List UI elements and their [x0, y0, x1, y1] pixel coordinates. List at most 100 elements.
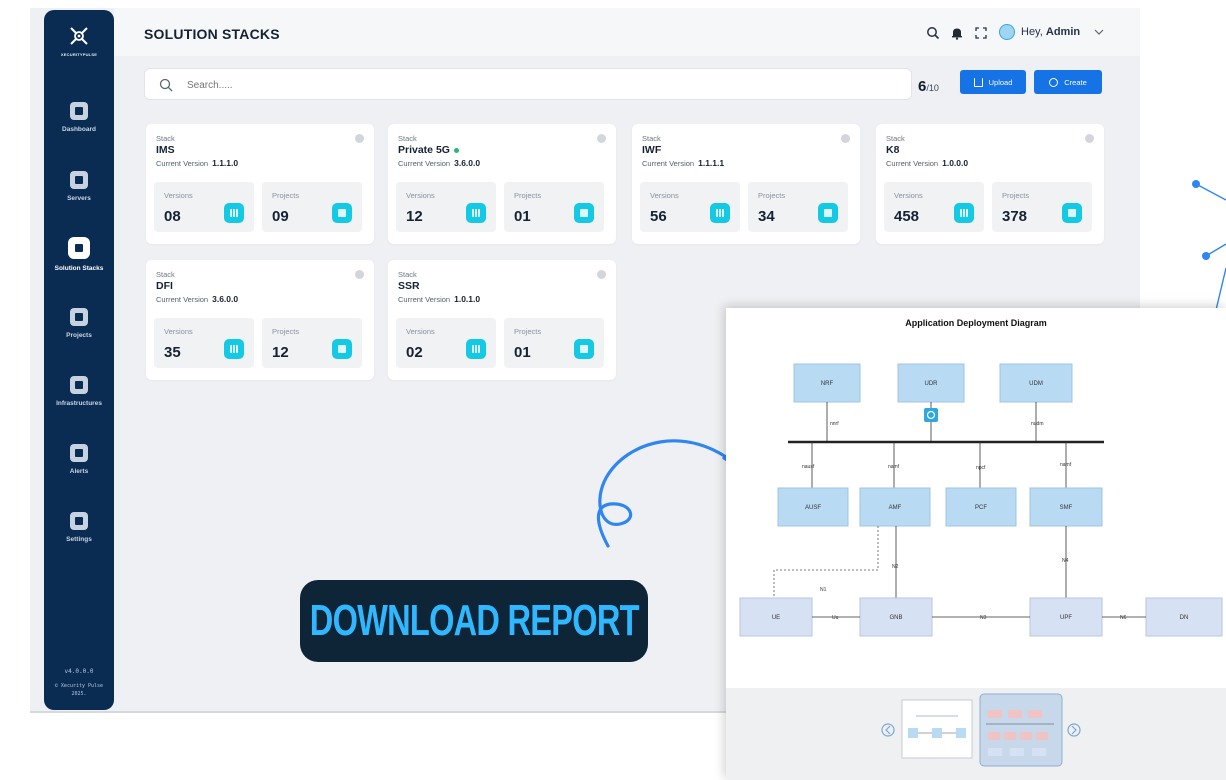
- grid-icon[interactable]: [466, 203, 486, 223]
- version-value: 3.6.0.0: [212, 294, 239, 304]
- next-icon[interactable]: [1067, 723, 1081, 737]
- sidebar-item-settings[interactable]: Settings: [44, 512, 114, 543]
- projects-tile: Projects 09: [262, 182, 362, 232]
- document-icon[interactable]: [574, 203, 594, 223]
- greeting-text: Hey,: [1021, 26, 1043, 38]
- versions-tile: Versions 35: [154, 318, 254, 368]
- node-amf-label: AMF: [889, 505, 902, 511]
- stack-label: Stack: [886, 134, 905, 143]
- versions-tile: Versions 458: [884, 182, 984, 232]
- projects-label: Projects: [758, 191, 786, 200]
- node-pcf-label: PCF: [975, 505, 987, 511]
- search-icon[interactable]: [926, 26, 940, 40]
- projects-tile: Projects 34: [748, 182, 848, 232]
- search-input[interactable]: [187, 77, 787, 93]
- sidebar-item-infrastructures[interactable]: Infrastructures: [44, 376, 114, 407]
- upload-button[interactable]: Upload: [960, 70, 1026, 94]
- grid-icon[interactable]: [224, 203, 244, 223]
- avatar: [999, 24, 1015, 40]
- stack-card-ssr[interactable]: Stack SSR Current Version 1.0.1.0 Version…: [388, 260, 616, 380]
- app-version: v4.0.0.0: [64, 668, 94, 675]
- user-menu[interactable]: Hey, Admin: [999, 24, 1104, 40]
- node-udr-label: UDR: [925, 381, 939, 387]
- stack-name-text: DFI: [156, 280, 173, 292]
- document-icon[interactable]: [1062, 203, 1082, 223]
- label-nsmf: namf: [1060, 462, 1072, 468]
- grid-icon[interactable]: [710, 203, 730, 223]
- diagram-title: Application Deployment Diagram: [905, 318, 1047, 328]
- user-greeting: Hey, Admin: [1021, 26, 1080, 38]
- label-nausf: nausf: [802, 464, 815, 470]
- label-n6: N6: [1120, 615, 1127, 621]
- status-dot: [453, 147, 459, 153]
- network-decoration-icon: [1192, 180, 1226, 311]
- card-menu-icon[interactable]: [355, 134, 364, 143]
- versions-label: Versions: [894, 191, 923, 200]
- label-n3: N3: [980, 615, 987, 621]
- card-menu-icon[interactable]: [355, 270, 364, 279]
- projects-label: Projects: [272, 191, 300, 200]
- bell-icon: [70, 444, 88, 462]
- stack-name: K8: [886, 144, 899, 156]
- stack-name-text: SSR: [398, 280, 420, 292]
- current-version: Current Version 1.1.1.0: [156, 158, 238, 168]
- stack-name-text: K8: [886, 144, 900, 156]
- prev-icon[interactable]: [881, 723, 895, 737]
- versions-count: 458: [894, 208, 920, 225]
- stack-icon: [68, 237, 90, 259]
- version-value: 1.0.1.0: [454, 294, 481, 304]
- stack-name: Private 5G: [398, 144, 459, 156]
- projects-count: 09: [272, 208, 289, 225]
- download-report-label: DOWNLOAD REPORT: [309, 596, 640, 645]
- sidebar-item-projects[interactable]: Projects: [44, 308, 114, 339]
- infrastructure-icon: [70, 376, 88, 394]
- plus-circle-icon: [1049, 77, 1059, 87]
- top-header: SOLUTION STACKS Hey, Admin: [114, 8, 1140, 56]
- stack-card-k8[interactable]: Stack K8 Current Version 1.0.0.0 Versions…: [876, 124, 1104, 244]
- version-label: Current Version: [398, 159, 451, 168]
- sidebar: XECURITYPULSE Dashboard Servers Solution…: [44, 10, 114, 710]
- card-menu-icon[interactable]: [597, 134, 606, 143]
- document-icon[interactable]: [574, 339, 594, 359]
- document-icon[interactable]: [332, 203, 352, 223]
- sidebar-item-label: Settings: [66, 536, 92, 543]
- logo-icon: [70, 27, 88, 45]
- document-icon[interactable]: [818, 203, 838, 223]
- bell-icon[interactable]: [950, 26, 964, 40]
- node-smf-label: SMF: [1060, 505, 1073, 511]
- grid-icon[interactable]: [224, 339, 244, 359]
- download-report-button[interactable]: DOWNLOAD REPORT: [300, 580, 648, 662]
- document-icon[interactable]: [332, 339, 352, 359]
- grid-icon[interactable]: [954, 203, 974, 223]
- card-menu-icon[interactable]: [597, 270, 606, 279]
- card-menu-icon[interactable]: [841, 134, 850, 143]
- node-gnb-label: GNB: [889, 615, 902, 621]
- fullscreen-icon[interactable]: [974, 26, 988, 40]
- sidebar-item-solution-stacks[interactable]: Solution Stacks: [44, 237, 114, 272]
- sync-icon[interactable]: [924, 408, 938, 422]
- stack-card-private-5g[interactable]: Stack Private 5G Current Version 3.6.0.0 …: [388, 124, 616, 244]
- current-version: Current Version 3.6.0.0: [398, 158, 480, 168]
- version-label: Current Version: [156, 295, 209, 304]
- stack-name-text: IWF: [642, 144, 662, 156]
- grid-icon[interactable]: [466, 339, 486, 359]
- card-menu-icon[interactable]: [1085, 134, 1094, 143]
- versions-label: Versions: [650, 191, 679, 200]
- create-button[interactable]: Create: [1034, 70, 1102, 94]
- node-upf-label: UPF: [1060, 615, 1072, 621]
- stack-name: IWF: [642, 144, 661, 156]
- projects-label: Projects: [514, 191, 542, 200]
- stack-card-iwf[interactable]: Stack IWF Current Version 1.1.1.1 Version…: [632, 124, 860, 244]
- screenshot-stage: XECURITYPULSE Dashboard Servers Solution…: [0, 0, 1226, 780]
- sidebar-item-label: Servers: [67, 195, 91, 202]
- sidebar-item-dashboard[interactable]: Dashboard: [44, 102, 114, 133]
- header-actions: [926, 26, 988, 40]
- versions-count: 08: [164, 208, 181, 225]
- stack-card-dfi[interactable]: Stack DFI Current Version 3.6.0.0 Version…: [146, 260, 374, 380]
- sidebar-item-alerts[interactable]: Alerts: [44, 444, 114, 475]
- version-value: 1.1.1.1: [698, 158, 725, 168]
- chevron-down-icon[interactable]: [1094, 29, 1104, 35]
- stack-card-ims[interactable]: Stack IMS Current Version 1.1.1.0 Version…: [146, 124, 374, 244]
- sidebar-item-servers[interactable]: Servers: [44, 171, 114, 202]
- sidebar-item-label: Projects: [66, 332, 92, 339]
